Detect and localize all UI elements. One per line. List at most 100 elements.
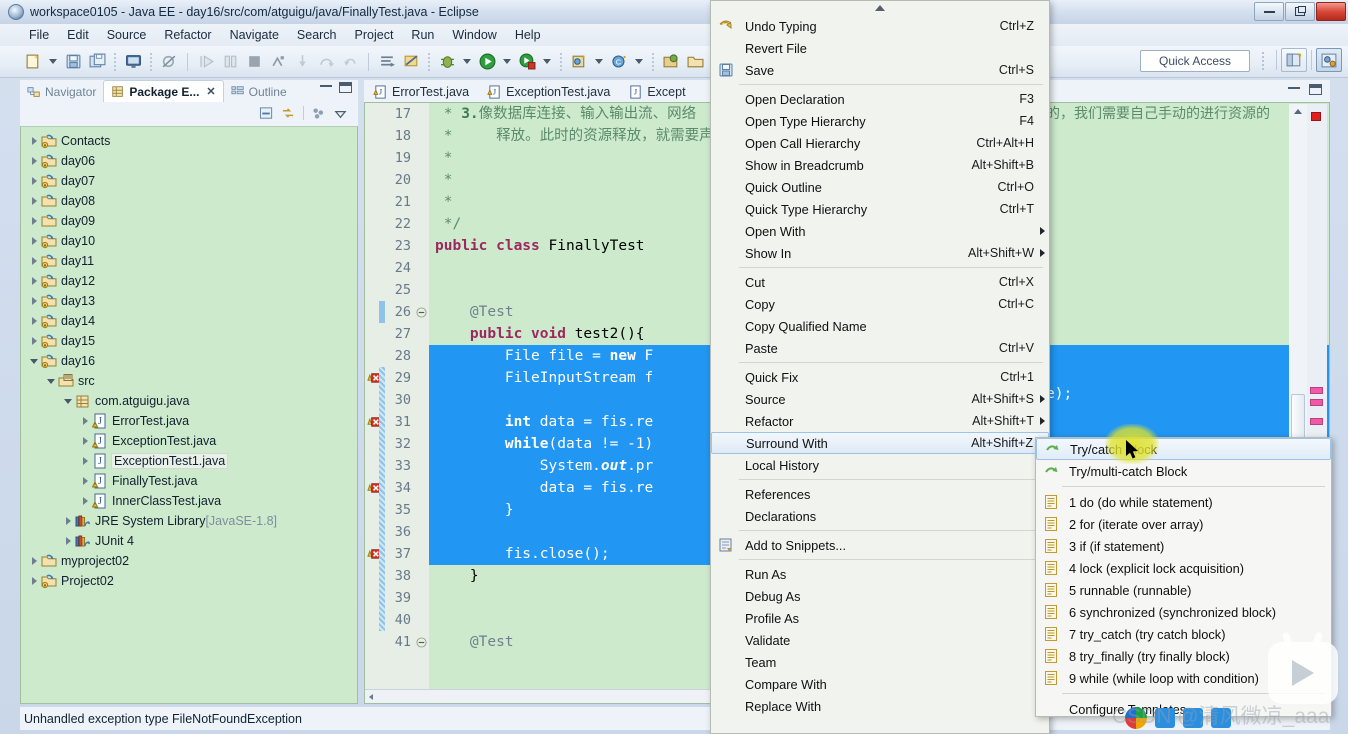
tree-item-junit-4[interactable]: JUnit 4	[21, 531, 357, 551]
tree-item-day11[interactable]: day11	[21, 251, 357, 271]
new-wizard-dropdown-icon[interactable]	[49, 59, 57, 64]
new-class-dropdown-icon[interactable]	[635, 59, 643, 64]
skip-breakpoints-icon[interactable]	[158, 51, 180, 73]
menu-item-team[interactable]: Team	[711, 651, 1049, 673]
menu-item-validate[interactable]: Validate	[711, 629, 1049, 651]
menu-item-copy[interactable]: Copy Ctrl+C	[711, 293, 1049, 315]
step-over-icon[interactable]	[315, 51, 337, 73]
step-into-icon[interactable]	[291, 51, 313, 73]
fold-toggle-icon[interactable]	[415, 631, 429, 653]
open-folder-icon[interactable]	[684, 51, 706, 73]
view-menu-icon[interactable]	[333, 106, 348, 121]
disconnect-icon[interactable]	[267, 51, 289, 73]
tree-item-myproject02[interactable]: myproject02	[21, 551, 357, 571]
menu-help[interactable]: Help	[506, 26, 550, 44]
toolbar-drag-handle[interactable]	[1262, 52, 1264, 70]
menu-scroll-up-icon[interactable]	[711, 1, 1049, 15]
menu-file[interactable]: File	[20, 26, 58, 44]
terminate-icon[interactable]	[243, 51, 265, 73]
menu-project[interactable]: Project	[346, 26, 403, 44]
menu-item-save[interactable]: Save Ctrl+S	[711, 59, 1049, 81]
tree-item-innerclasstest-java[interactable]: J! InnerClassTest.java	[21, 491, 357, 511]
fold-toggle-icon[interactable]	[415, 301, 429, 323]
submenu-item-3-if-if-statement[interactable]: 3 if (if statement)	[1036, 535, 1331, 557]
overview-marker[interactable]	[1310, 387, 1323, 394]
project-tree[interactable]: Contacts day06 day07 day08 day09 day10 day11 da…	[20, 126, 358, 704]
step-return-icon[interactable]	[339, 51, 361, 73]
tree-item-src[interactable]: src	[21, 371, 357, 391]
debug-icon[interactable]	[436, 51, 458, 73]
view-menu-filter-icon[interactable]	[311, 106, 326, 121]
collapse-all-icon[interactable]	[259, 106, 274, 121]
save-icon[interactable]	[62, 51, 84, 73]
expand-arrow-closed-icon[interactable]	[27, 277, 41, 285]
marker-ruler[interactable]	[365, 103, 385, 703]
expand-arrow-closed-icon[interactable]	[27, 317, 41, 325]
menu-edit[interactable]: Edit	[58, 26, 98, 44]
tree-item-exceptiontest1-java[interactable]: J ExceptionTest1.java	[21, 451, 357, 471]
tree-item-finallytest-java[interactable]: J! FinallyTest.java	[21, 471, 357, 491]
toggle-mark-occurrences-icon[interactable]	[400, 51, 422, 73]
menu-item-replace-with[interactable]: Replace With	[711, 695, 1049, 717]
menu-item-declarations[interactable]: Declarations	[711, 505, 1049, 527]
submenu-item-5-runnable-runnable[interactable]: 5 runnable (runnable)	[1036, 579, 1331, 601]
editor-context-menu[interactable]: Undo Typing Ctrl+Z Revert File Save Ctrl+S Op…	[710, 0, 1050, 734]
submenu-item-4-lock-explicit-lock-acquisition[interactable]: 4 lock (explicit lock acquisition)	[1036, 557, 1331, 579]
expand-arrow-closed-icon[interactable]	[27, 557, 41, 565]
overview-error-marker[interactable]	[1311, 112, 1321, 121]
menu-item-quick-fix[interactable]: Quick Fix Ctrl+1	[711, 366, 1049, 388]
menu-item-local-history[interactable]: Local History	[711, 454, 1049, 476]
run-dropdown-icon[interactable]	[503, 59, 511, 64]
tree-item-day10[interactable]: day10	[21, 231, 357, 251]
minimize-view-icon[interactable]	[320, 84, 332, 87]
menu-item-compare-with[interactable]: Compare With	[711, 673, 1049, 695]
menu-item-run-as[interactable]: Run As	[711, 563, 1049, 585]
tree-item-exceptiontest-java[interactable]: J! ExceptionTest.java	[21, 431, 357, 451]
editor-tab-errortest[interactable]: J ErrorTest.java	[364, 82, 478, 102]
run-icon[interactable]	[476, 51, 498, 73]
menu-item-open-declaration[interactable]: Open Declaration F3	[711, 88, 1049, 110]
suspend-icon[interactable]	[219, 51, 241, 73]
tree-item-day14[interactable]: day14	[21, 311, 357, 331]
submenu-item-try-catch-block[interactable]: Try/catch Block	[1036, 438, 1331, 460]
folding-ruler[interactable]	[415, 103, 429, 703]
tree-item-project02[interactable]: Project02	[21, 571, 357, 591]
tree-item-jre-system-library[interactable]: JRE System Library [JavaSE-1.8]	[21, 511, 357, 531]
expand-arrow-closed-icon[interactable]	[78, 417, 92, 425]
run-external-tools-icon[interactable]	[516, 51, 538, 73]
expand-arrow-open-icon[interactable]	[61, 398, 75, 404]
maximize-view-icon[interactable]	[339, 82, 352, 93]
resume-icon[interactable]	[195, 51, 217, 73]
debug-dropdown-icon[interactable]	[463, 59, 471, 64]
expand-arrow-closed-icon[interactable]	[27, 157, 41, 165]
quick-access-input[interactable]: Quick Access	[1140, 50, 1250, 72]
menu-navigate[interactable]: Navigate	[221, 26, 288, 44]
expand-arrow-closed-icon[interactable]	[27, 177, 41, 185]
tree-item-day08[interactable]: day08	[21, 191, 357, 211]
expand-arrow-closed-icon[interactable]	[27, 217, 41, 225]
submenu-item-6-synchronized-synchronized-block[interactable]: 6 synchronized (synchronized block)	[1036, 601, 1331, 623]
editor-tab-except[interactable]: J Except	[619, 82, 694, 102]
menu-item-open-call-hierarchy[interactable]: Open Call Hierarchy Ctrl+Alt+H	[711, 132, 1049, 154]
menu-refactor[interactable]: Refactor	[155, 26, 220, 44]
expand-arrow-closed-icon[interactable]	[27, 257, 41, 265]
close-button[interactable]	[1316, 2, 1346, 21]
overview-marker[interactable]	[1310, 399, 1323, 406]
expand-arrow-open-icon[interactable]	[27, 358, 41, 364]
menu-item-surround-with[interactable]: Surround With Alt+Shift+Z	[711, 432, 1049, 454]
menu-item-debug-as[interactable]: Debug As	[711, 585, 1049, 607]
submenu-item-1-do-do-while-statement[interactable]: 1 do (do while statement)	[1036, 491, 1331, 513]
tree-item-day16[interactable]: day16	[21, 351, 357, 371]
open-perspective-button[interactable]	[1281, 48, 1307, 72]
menu-item-source[interactable]: Source Alt+Shift+S	[711, 388, 1049, 410]
menu-item-add-to-snippets[interactable]: Add to Snippets...	[711, 534, 1049, 556]
maximize-editor-icon[interactable]	[1309, 84, 1322, 95]
tree-item-com-atguigu-java[interactable]: com.atguigu.java	[21, 391, 357, 411]
console-icon[interactable]	[122, 51, 144, 73]
tree-item-day15[interactable]: day15	[21, 331, 357, 351]
menu-item-cut[interactable]: Cut Ctrl+X	[711, 271, 1049, 293]
menu-item-revert-file[interactable]: Revert File	[711, 37, 1049, 59]
menu-search[interactable]: Search	[288, 26, 346, 44]
scroll-up-icon[interactable]	[1294, 109, 1302, 114]
expand-arrow-closed-icon[interactable]	[78, 497, 92, 505]
